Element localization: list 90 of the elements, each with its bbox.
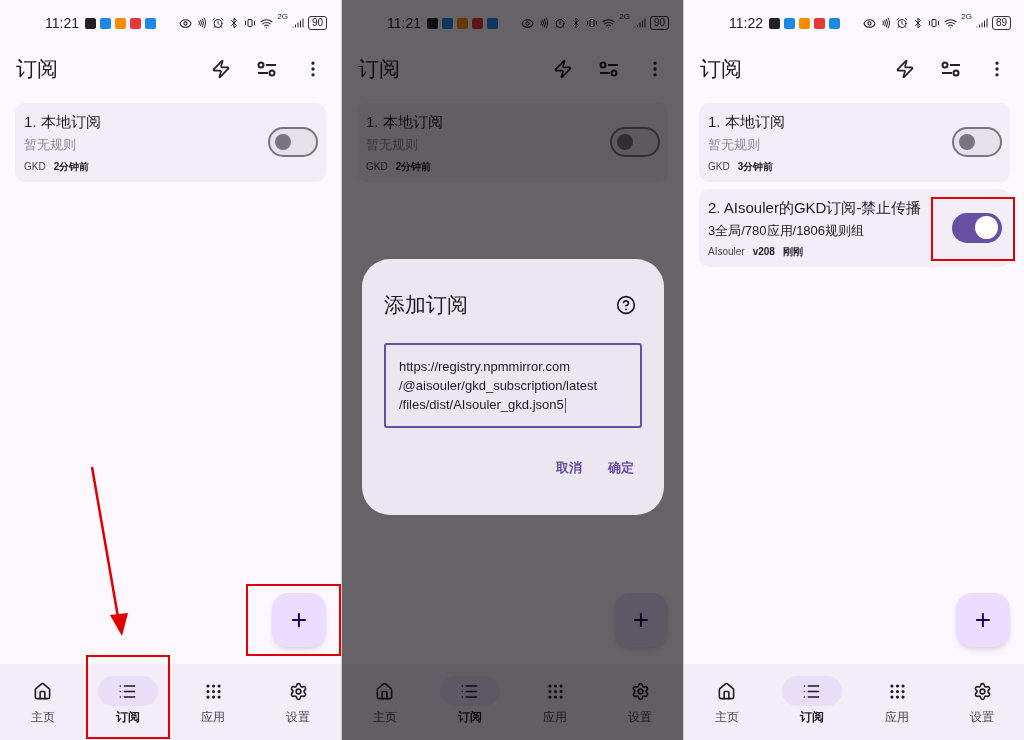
nfc-icon [196,17,209,29]
dialog-button[interactable]: 取消 [552,453,586,481]
subscription-meta: 2分钟前 [53,159,90,174]
vibrate-icon [244,17,257,29]
dialog-title: 添加订阅 [384,292,468,318]
battery-indicator: 89 [991,16,1011,30]
network-type: 2G [277,13,288,21]
subscription-meta: 2分钟前 [395,159,432,174]
home-icon [33,681,53,701]
nfc-icon [538,17,551,29]
subscription-card[interactable]: 1. 本地订阅 暂无规则 GKD 2分钟前 [15,103,326,182]
subscription-meta: GKD [366,159,388,174]
page-title: 订阅 [16,56,59,83]
subscription-summary: 3全局/780应用/1806规则组 [708,221,866,240]
subscription-meta: 3分钟前 [737,159,774,174]
nav-tab[interactable]: 应用 [183,676,244,726]
page-title: 订阅 [358,56,401,83]
vibrate-icon [586,17,599,29]
lightning-icon[interactable] [895,59,915,79]
notification-icon [814,17,825,29]
notification-icon [145,17,156,29]
nav-tab[interactable]: 主页 [696,676,757,726]
notification-icon [442,17,453,29]
home-icon [375,681,395,701]
nav-tab[interactable]: 应用 [867,676,928,726]
settings-icon [630,681,650,701]
toggle-switch[interactable] [952,212,1002,243]
subscription-name: 1. 本地订阅 [24,112,102,132]
subscription-name: 1. 本地订阅 [366,112,444,132]
grid-icon [203,681,223,701]
nav-tab[interactable]: 主页 [12,676,73,726]
subscription-meta: v208 [752,245,775,259]
notification-icon [427,17,438,29]
alarm-icon [896,17,909,29]
notification-icon [115,17,126,29]
dialog-button[interactable]: 确定 [604,453,638,481]
subscription-summary: 暂无规则 [708,136,761,154]
filter-icon[interactable] [257,61,277,77]
page-title: 订阅 [700,56,743,83]
toggle-switch[interactable] [610,127,660,158]
battery-indicator: 90 [649,16,669,30]
home-icon [717,681,737,701]
notification-icon [487,17,498,29]
nfc-icon [880,17,893,29]
notification-icon [799,17,810,29]
add-button[interactable]: + [956,593,1010,647]
status-time: 11:21 [387,13,421,33]
settings-icon [288,681,308,701]
subscription-card[interactable]: 1. 本地订阅 暂无规则 GKD 3分钟前 [699,103,1010,182]
eye-icon [521,16,535,30]
subscription-meta: 刚刚 [782,245,803,259]
grid-icon [545,681,565,701]
help-icon[interactable] [616,294,636,315]
subscription-summary: 暂无规则 [24,136,77,154]
wifi-icon [944,16,958,30]
add-button[interactable]: + [272,593,326,647]
filter-icon[interactable] [941,61,961,77]
notification-icon [457,17,468,29]
notification-icon [100,17,111,29]
vibrate-icon [928,17,941,29]
grid-icon [887,681,907,701]
toggle-switch[interactable] [268,127,318,158]
notification-icon [784,17,795,29]
toggle-switch[interactable] [952,127,1002,158]
wifi-icon [602,16,616,30]
settings-icon [972,681,992,701]
notification-icon [769,17,780,29]
subscription-name: 2. AIsouler的GKD订阅-禁止传播 [708,197,923,218]
subscription-meta: GKD [708,159,730,174]
notification-icon [472,17,483,29]
nav-tab[interactable]: 设置 [268,676,329,726]
subscription-name: 1. 本地订阅 [708,112,786,132]
battery-indicator: 90 [307,16,327,30]
alarm-icon [212,17,225,29]
notification-icon [829,17,840,29]
status-time: 11:21 [45,13,79,33]
subscription-meta: GKD [24,159,46,174]
alarm-icon [554,17,567,29]
subscription-meta: AIsouler [708,245,745,259]
notification-icon [85,17,96,29]
lightning-icon[interactable] [211,59,231,79]
url-input-field[interactable]: https://registry.npmmirror.com /@aisouler/gkd_subscription/latest /files/dist/AIsouler_gkd.json5 [384,342,642,428]
wifi-icon [260,16,274,30]
nav-tab[interactable]: 设置 [952,676,1013,726]
notification-icon [130,17,141,29]
network-type: 2G [619,13,630,21]
eye-icon [179,16,193,30]
eye-icon [863,16,877,30]
network-type: 2G [961,13,972,21]
status-time: 11:22 [729,13,763,33]
